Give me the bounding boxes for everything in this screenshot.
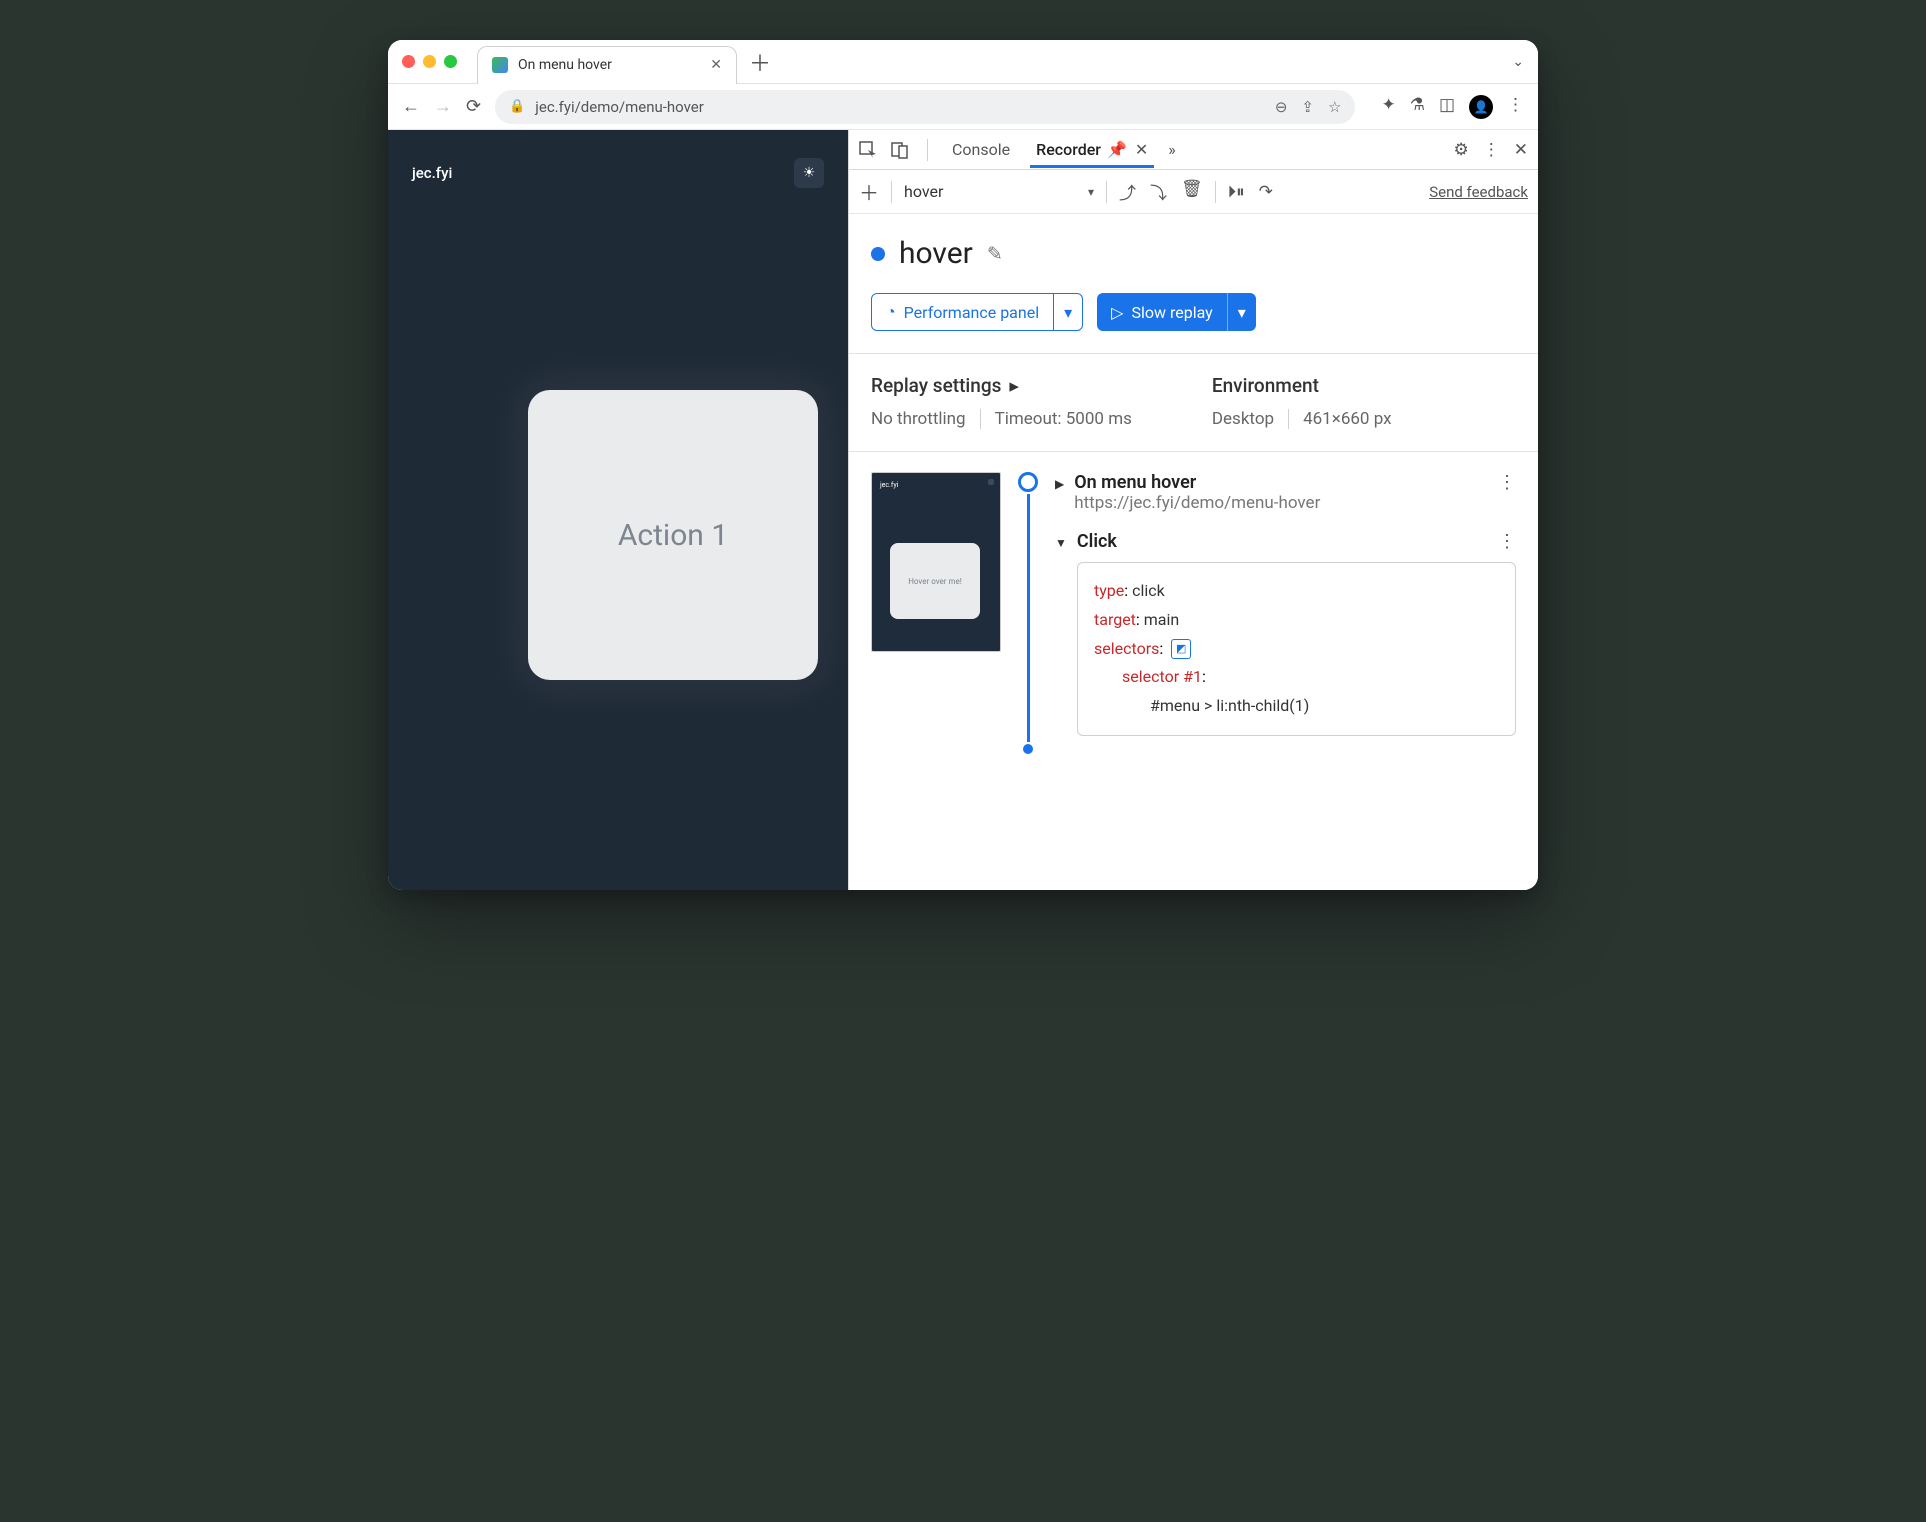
tab-console[interactable]: Console <box>946 140 1016 159</box>
back-button[interactable]: ← <box>402 96 420 117</box>
gauge-icon: ◔ <box>886 302 896 322</box>
tab-recorder[interactable]: Recorder 📌 ✕ <box>1030 140 1154 168</box>
browser-tab[interactable]: On menu hover ✕ <box>477 46 737 84</box>
recording-status-dot <box>871 247 885 261</box>
profile-avatar[interactable]: 👤 <box>1469 95 1493 119</box>
url-text: jec.fyi/demo/menu-hover <box>535 98 704 116</box>
favicon <box>492 57 508 73</box>
timeline <box>1015 472 1041 754</box>
tabs-overflow-icon[interactable]: » <box>1168 140 1176 159</box>
timeline-start-node <box>1018 472 1038 492</box>
tabs-overflow-icon[interactable]: ⌄ <box>1512 54 1524 70</box>
env-size: 461×660 px <box>1303 409 1391 429</box>
step-detail: type: click target: main selectors: ◩ se… <box>1077 562 1516 736</box>
action-card[interactable]: Action 1 <box>528 390 818 680</box>
traffic-lights <box>402 55 457 68</box>
lock-icon: 🔒 <box>509 99 525 114</box>
pin-icon: 📌 <box>1107 140 1127 159</box>
sidepanel-icon[interactable]: ◫ <box>1439 95 1455 119</box>
browser-toolbar: ← → ⟳ 🔒 jec.fyi/demo/menu-hover ⊖ ⇪ ☆ ✦ … <box>388 84 1538 130</box>
settings-icon[interactable]: ⚙ <box>1454 140 1469 160</box>
close-window[interactable] <box>402 55 415 68</box>
close-tab-icon[interactable]: ✕ <box>710 57 722 73</box>
zoom-icon[interactable]: ⊖ <box>1275 98 1288 116</box>
device-toggle-icon[interactable] <box>891 141 909 159</box>
edit-name-icon[interactable]: ✎ <box>987 242 1003 265</box>
environment-label: Environment <box>1212 374 1392 397</box>
send-feedback-link[interactable]: Send feedback <box>1429 183 1528 201</box>
slow-replay-button[interactable]: ▷Slow replay ▾ <box>1097 293 1256 331</box>
inspect-icon[interactable] <box>859 141 877 159</box>
delete-icon[interactable]: 🗑 <box>1181 179 1203 204</box>
step-over-icon[interactable]: ↷ <box>1259 182 1273 202</box>
selector-code: #menu > li:nth-child(1) <box>1094 692 1499 721</box>
recording-dropdown[interactable]: hover ▾ <box>904 182 1094 201</box>
step-menu-icon[interactable]: ⋮ <box>1498 472 1516 493</box>
reload-button[interactable]: ⟳ <box>466 96 481 117</box>
close-panel-icon[interactable]: ✕ <box>1135 140 1148 159</box>
browser-window: On menu hover ✕ ＋ ⌄ ← → ⟳ 🔒 jec.fyi/demo… <box>388 40 1538 890</box>
extension-icons: ✦ ⚗ ◫ 👤 ⋮ <box>1381 95 1524 119</box>
webpage: jec.fyi ☀ Action 1 <box>388 130 848 890</box>
step-title: On menu hover <box>1074 472 1320 493</box>
flow-title: hover <box>899 236 973 271</box>
screenshot-thumbnail[interactable]: jec.fyi Hover over me! <box>871 472 1001 652</box>
address-bar[interactable]: 🔒 jec.fyi/demo/menu-hover ⊖ ⇪ ☆ <box>495 90 1355 124</box>
devtools-menu-icon[interactable]: ⋮ <box>1483 140 1500 160</box>
bookmark-icon[interactable]: ☆ <box>1328 98 1341 116</box>
timeout-value: Timeout: 5000 ms <box>995 409 1132 429</box>
card-text: Action 1 <box>618 518 728 553</box>
chevron-down-icon: ▾ <box>1088 185 1094 199</box>
forward-button[interactable]: → <box>434 96 452 117</box>
new-recording-button[interactable]: ＋ <box>859 177 879 206</box>
minimize-window[interactable] <box>423 55 436 68</box>
tab-title: On menu hover <box>518 57 700 73</box>
theme-toggle[interactable]: ☀ <box>794 158 824 188</box>
performance-panel-button[interactable]: ◔Performance panel ▾ <box>871 293 1083 331</box>
step-click: ▼ Click ⋮ type: click target: main selec… <box>1055 531 1516 736</box>
close-devtools-icon[interactable]: ✕ <box>1514 140 1528 160</box>
pick-selector-icon[interactable]: ◩ <box>1171 639 1191 659</box>
content-body: jec.fyi ☀ Action 1 Console <box>388 130 1538 890</box>
labs-icon[interactable]: ⚗ <box>1410 95 1425 119</box>
maximize-window[interactable] <box>444 55 457 68</box>
play-icon: ▷ <box>1111 303 1123 322</box>
share-icon[interactable]: ⇪ <box>1301 98 1314 116</box>
devtools-tabs: Console Recorder 📌 ✕ » ⚙ ⋮ ✕ <box>849 130 1538 170</box>
step-title: Click <box>1077 531 1117 552</box>
recorder-toolbar: ＋ hover ▾ ⤴ ⤵ 🗑 ⏵⏸ ↷ Send feedback <box>849 170 1538 214</box>
devtools-panel: Console Recorder 📌 ✕ » ⚙ ⋮ ✕ ＋ hover <box>848 130 1538 890</box>
env-device: Desktop <box>1212 409 1274 429</box>
performance-panel-dropdown[interactable]: ▾ <box>1053 294 1082 330</box>
browser-menu-icon[interactable]: ⋮ <box>1507 95 1524 119</box>
step-navigate: ▶ On menu hover https://jec.fyi/demo/men… <box>1055 472 1516 513</box>
recorder-body: hover ✎ ◔Performance panel ▾ ▷Slow repla… <box>849 214 1538 890</box>
import-icon[interactable]: ⤵ <box>1150 179 1167 204</box>
caret-right-icon[interactable]: ▶ <box>1055 477 1064 491</box>
replay-settings-toggle[interactable]: Replay settings ▸ <box>871 374 1132 397</box>
addr-actions: ⊖ ⇪ ☆ <box>1275 98 1342 116</box>
titlebar: On menu hover ✕ ＋ ⌄ <box>388 40 1538 84</box>
extensions-icon[interactable]: ✦ <box>1381 95 1395 119</box>
slow-replay-dropdown[interactable]: ▾ <box>1227 293 1256 331</box>
caret-down-icon[interactable]: ▼ <box>1055 536 1067 550</box>
export-icon[interactable]: ⤴ <box>1119 179 1136 204</box>
throttling-value: No throttling <box>871 409 966 429</box>
site-brand: jec.fyi <box>412 164 452 182</box>
step-play-icon[interactable]: ⏵⏸ <box>1228 182 1245 202</box>
caret-right-icon: ▸ <box>1009 374 1019 397</box>
new-tab-button[interactable]: ＋ <box>749 46 771 78</box>
timeline-step-node <box>1023 744 1033 754</box>
step-menu-icon[interactable]: ⋮ <box>1498 531 1516 552</box>
step-url: https://jec.fyi/demo/menu-hover <box>1074 493 1320 513</box>
